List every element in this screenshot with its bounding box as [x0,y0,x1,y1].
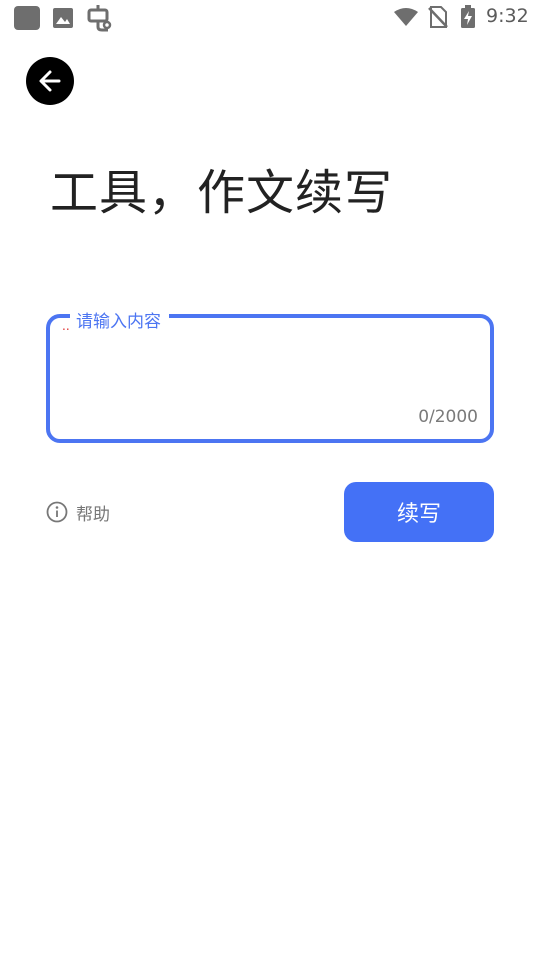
no-sim-icon [428,6,448,28]
screen: 9:32 工具，作文续写 请输入内容 .. 0/2000 帮助 续写 [0,0,540,960]
back-button[interactable] [26,57,74,105]
wifi-icon [394,8,418,26]
image-icon [53,8,73,28]
help-link[interactable]: 帮助 [46,498,110,526]
info-icon [46,501,68,523]
char-counter: 0/2000 [418,407,478,427]
app-square-icon [14,6,40,30]
input-label-text: 请输入内容 [76,311,161,332]
bug-icon [87,5,112,32]
page-title: 工具，作文续写 [50,165,394,221]
arrow-left-icon [39,70,61,92]
status-bar: 9:32 [0,0,540,36]
input-label: 请输入内容 [70,308,169,332]
help-label: 帮助 [76,504,110,525]
status-time: 9:32 [486,5,529,27]
battery-charging-icon [461,5,475,28]
required-mark: .. [62,319,70,333]
continue-writing-button[interactable]: 续写 [344,482,494,542]
